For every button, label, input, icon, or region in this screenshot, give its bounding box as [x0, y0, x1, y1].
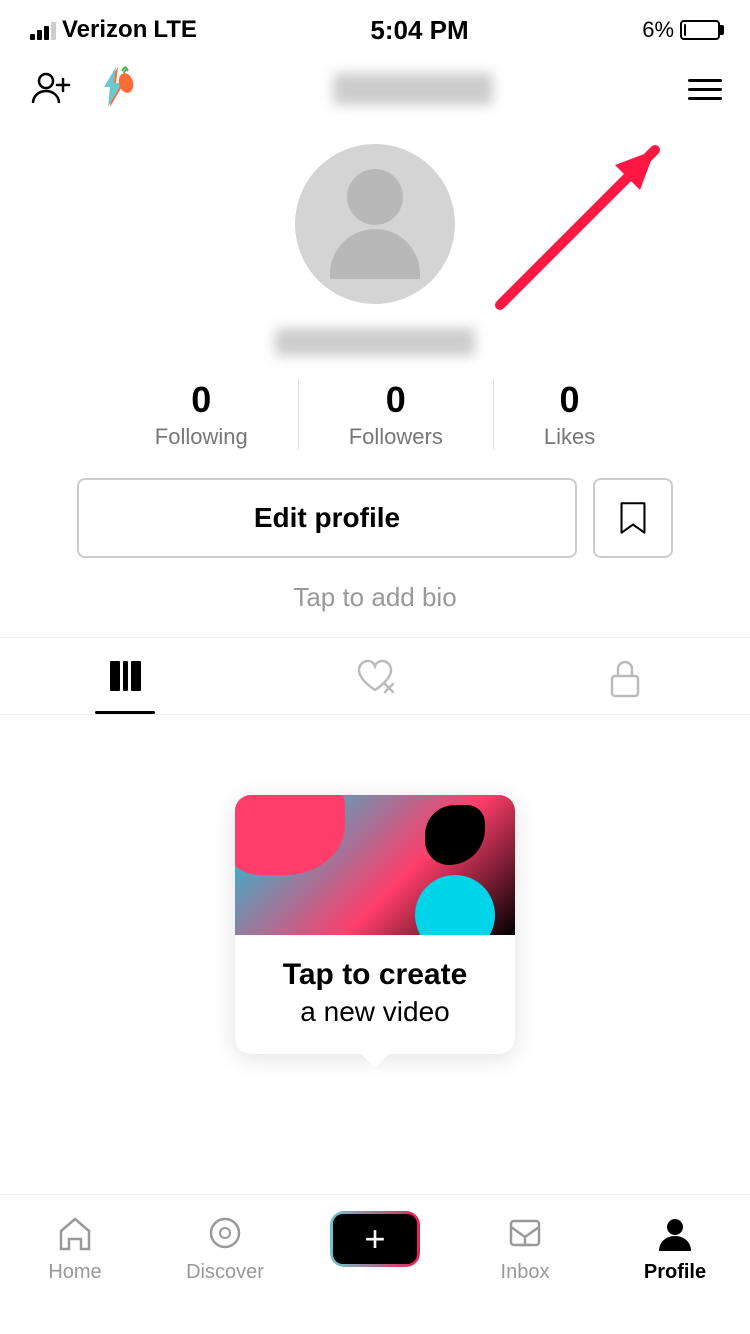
status-bar: Verizon LTE 5:04 PM 6% — [0, 0, 750, 54]
followers-stat[interactable]: 0 Followers — [299, 380, 494, 450]
top-navigation — [0, 54, 750, 124]
following-stat[interactable]: 0 Following — [105, 380, 299, 450]
battery-info: 6% — [642, 17, 720, 43]
following-count: 0 — [191, 380, 211, 420]
profile-name — [275, 328, 475, 356]
nav-discover-label: Discover — [186, 1261, 264, 1284]
followers-count: 0 — [386, 380, 406, 420]
create-subtitle: a new video — [251, 994, 499, 1030]
nav-discover[interactable]: Discover — [150, 1211, 300, 1284]
content-tabs — [0, 637, 750, 715]
card-text: Tap to create a new video — [235, 935, 515, 1054]
content-area: Tap to create a new video — [0, 715, 750, 1108]
profile-section: 0 Following 0 Followers 0 Likes Edit pro… — [0, 124, 750, 637]
create-video-card[interactable]: Tap to create a new video — [235, 795, 515, 1054]
likes-count: 0 — [560, 380, 580, 420]
following-label: Following — [155, 424, 248, 450]
bottom-navigation: Home Discover + Inbox — [0, 1194, 750, 1334]
nav-profile[interactable]: Profile — [600, 1211, 750, 1284]
add-user-button[interactable] — [28, 65, 72, 114]
bookmark-button[interactable] — [593, 478, 673, 558]
username-display — [333, 73, 493, 105]
carrier-name: Verizon — [62, 16, 147, 44]
grid-icon — [107, 658, 143, 694]
card-image — [235, 795, 515, 935]
nav-inbox[interactable]: Inbox — [450, 1211, 600, 1284]
card-arrow — [361, 1054, 389, 1068]
bio-placeholder[interactable]: Tap to add bio — [293, 582, 456, 613]
tiktok-logo — [90, 63, 138, 116]
hamburger-icon — [688, 79, 722, 82]
inbox-icon — [503, 1211, 547, 1255]
edit-profile-button[interactable]: Edit profile — [77, 478, 577, 558]
likes-label: Likes — [544, 424, 595, 450]
nav-home-label: Home — [48, 1261, 101, 1284]
create-title: Tap to create — [251, 955, 499, 994]
battery-icon — [680, 20, 720, 40]
likes-stat[interactable]: 0 Likes — [494, 380, 645, 450]
menu-button[interactable] — [688, 79, 722, 100]
network-type: LTE — [153, 16, 197, 44]
heart-liked-icon — [355, 658, 395, 694]
signal-icon — [30, 20, 56, 40]
lock-icon — [608, 658, 642, 698]
clock: 5:04 PM — [370, 15, 468, 46]
tab-videos[interactable] — [0, 638, 250, 714]
nav-create[interactable]: + — [300, 1211, 450, 1267]
avatar — [295, 144, 455, 304]
create-button[interactable]: + — [330, 1211, 420, 1267]
stats-row: 0 Following 0 Followers 0 Likes — [0, 380, 750, 450]
top-nav-left — [28, 63, 138, 116]
create-plus-icon: + — [364, 1218, 385, 1260]
avatar-placeholder — [330, 169, 420, 279]
profile-nav-icon — [653, 1211, 697, 1255]
followers-label: Followers — [349, 424, 443, 450]
nav-inbox-label: Inbox — [501, 1261, 550, 1284]
action-row: Edit profile — [0, 478, 750, 558]
tab-liked[interactable] — [250, 638, 500, 714]
bookmark-icon — [615, 500, 651, 536]
discover-icon — [203, 1211, 247, 1255]
tab-private[interactable] — [500, 638, 750, 714]
carrier-info: Verizon LTE — [30, 16, 197, 44]
battery-percent: 6% — [642, 17, 674, 43]
nav-profile-label: Profile — [644, 1261, 706, 1284]
nav-home[interactable]: Home — [0, 1211, 150, 1284]
home-icon — [53, 1211, 97, 1255]
